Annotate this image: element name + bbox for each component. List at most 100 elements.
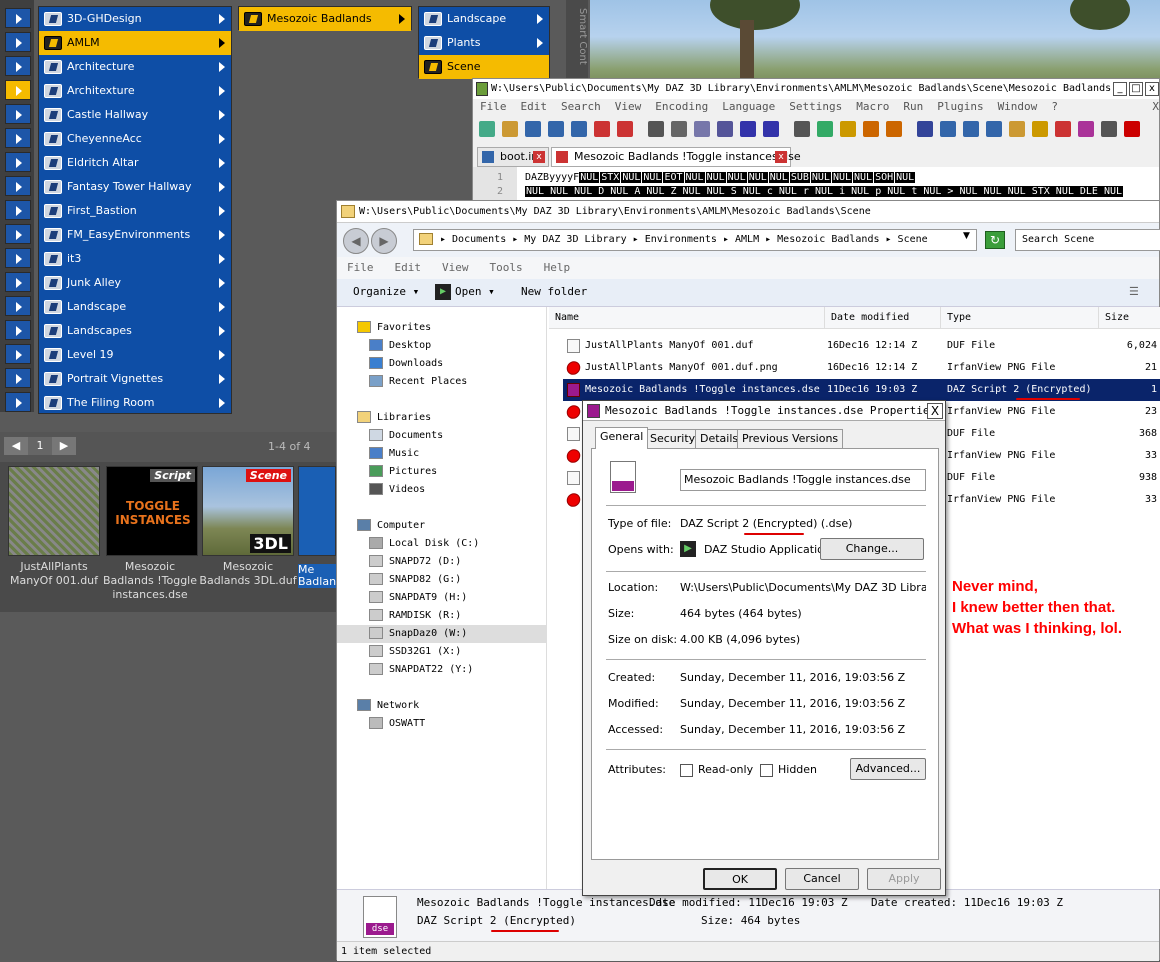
toolbar-icon[interactable]: [548, 121, 564, 137]
menu-item-landscape[interactable]: Landscape: [419, 7, 549, 31]
expand-arrow-button[interactable]: [5, 344, 31, 364]
nav-item-libraries[interactable]: Libraries: [357, 409, 431, 427]
filename-field[interactable]: Mesozoic Badlands !Toggle instances.dse: [680, 469, 926, 491]
apply-button[interactable]: Apply: [867, 868, 941, 890]
expand-arrow-button[interactable]: [5, 128, 31, 148]
readonly-checkbox[interactable]: [680, 764, 693, 777]
nav-item-pictures[interactable]: Pictures: [369, 463, 437, 481]
nav-item-snapdat9-h[interactable]: SNAPDAT9 (H:): [369, 589, 467, 607]
menu-item-landscape[interactable]: Landscape: [39, 295, 231, 319]
npp-menu-run[interactable]: Run: [903, 100, 923, 113]
toolbar-icon[interactable]: [1032, 121, 1048, 137]
menu-item-eldritch-altar[interactable]: Eldritch Altar: [39, 151, 231, 175]
menu-item-3d-ghdesign[interactable]: 3D-GHDesign: [39, 7, 231, 31]
nav-item-snapdaz0-w[interactable]: SnapDaz0 (W:): [337, 625, 547, 643]
menu-item-amlm[interactable]: AMLM: [39, 31, 231, 55]
nav-item-music[interactable]: Music: [369, 445, 419, 463]
expand-arrow-button[interactable]: [5, 296, 31, 316]
npp-menu-plugins[interactable]: Plugins: [937, 100, 983, 113]
tab-toggle-instances[interactable]: Mesozoic Badlands !Toggle instances.dse x: [551, 147, 801, 167]
dialog-close-button[interactable]: X: [927, 403, 943, 419]
toolbar-icon[interactable]: [717, 121, 733, 137]
explorer-menu-file[interactable]: File: [347, 261, 374, 274]
column-name[interactable]: Name: [549, 307, 825, 329]
column-date-modified[interactable]: Date modified: [825, 307, 941, 329]
prev-page-button[interactable]: ◀: [4, 437, 28, 455]
npp-menu-file[interactable]: File: [480, 100, 507, 113]
page-number[interactable]: 1: [28, 437, 52, 455]
menu-item-fantasy-tower-hallway[interactable]: Fantasy Tower Hallway: [39, 175, 231, 199]
menu-item-fm-easyenvironments[interactable]: FM_EasyEnvironments: [39, 223, 231, 247]
nav-item-documents[interactable]: Documents: [369, 427, 443, 445]
nav-item-computer[interactable]: Computer: [357, 517, 425, 535]
toolbar-icon[interactable]: [1101, 121, 1117, 137]
expand-arrow-button[interactable]: [5, 104, 31, 124]
back-button[interactable]: ◀: [343, 228, 369, 254]
toolbar-icon[interactable]: [763, 121, 779, 137]
explorer-menu-view[interactable]: View: [442, 261, 469, 274]
refresh-icon[interactable]: ↻: [985, 231, 1005, 249]
nav-item-network[interactable]: Network: [357, 697, 419, 715]
thumbnail-plants[interactable]: [8, 466, 100, 556]
toolbar-icon[interactable]: [594, 121, 610, 137]
expand-arrow-button[interactable]: [5, 224, 31, 244]
toolbar-icon[interactable]: [502, 121, 518, 137]
toolbar-icon[interactable]: [1009, 121, 1025, 137]
toolbar-icon[interactable]: [571, 121, 587, 137]
toolbar-icon[interactable]: [886, 121, 902, 137]
toolbar-icon[interactable]: [525, 121, 541, 137]
explorer-menu-edit[interactable]: Edit: [395, 261, 422, 274]
nav-item-downloads[interactable]: Downloads: [369, 355, 443, 373]
toolbar-icon[interactable]: [694, 121, 710, 137]
menu-item-level-19[interactable]: Level 19: [39, 343, 231, 367]
cancel-button[interactable]: Cancel: [785, 868, 859, 890]
menu-item-mesozoic-badlands[interactable]: Mesozoic Badlands: [239, 7, 411, 31]
new-folder-button[interactable]: New folder: [521, 285, 587, 298]
expand-arrow-button[interactable]: [5, 32, 31, 52]
expand-arrow-button[interactable]: [5, 176, 31, 196]
expand-arrow-button[interactable]: [5, 80, 31, 100]
npp-menu-encoding[interactable]: Encoding: [655, 100, 708, 113]
column-size[interactable]: Size: [1099, 307, 1160, 329]
nav-item-videos[interactable]: Videos: [369, 481, 425, 499]
nav-item-local-disk-c[interactable]: Local Disk (C:): [369, 535, 479, 553]
nav-item-favorites[interactable]: Favorites: [357, 319, 431, 337]
nav-item-ssd32g1-x[interactable]: SSD32G1 (X:): [369, 643, 461, 661]
nav-item-ramdisk-r[interactable]: RAMDISK (R:): [369, 607, 461, 625]
npp-menu--[interactable]: ?: [1051, 100, 1058, 113]
search-input[interactable]: Search Scene: [1015, 229, 1160, 251]
npp-doc-close-button[interactable]: X: [1152, 97, 1159, 117]
close-icon[interactable]: x: [533, 151, 545, 163]
smart-content-tab[interactable]: Smart Cont: [566, 0, 588, 90]
file-row[interactable]: JustAllPlants ManyOf 001.duf.png 16Dec16 …: [563, 357, 1160, 379]
npp-maximize-button[interactable]: □: [1129, 82, 1143, 96]
menu-item-architexture[interactable]: Architexture: [39, 79, 231, 103]
toolbar-icon[interactable]: [917, 121, 933, 137]
tab-security[interactable]: Security: [645, 429, 701, 449]
expand-arrow-button[interactable]: [5, 200, 31, 220]
npp-menu-macro[interactable]: Macro: [856, 100, 889, 113]
menu-item-cheyenneacc[interactable]: CheyenneAcc: [39, 127, 231, 151]
expand-arrow-button[interactable]: [5, 248, 31, 268]
toolbar-icon[interactable]: [617, 121, 633, 137]
npp-menu-view[interactable]: View: [615, 100, 642, 113]
npp-menu-search[interactable]: Search: [561, 100, 601, 113]
column-type[interactable]: Type: [941, 307, 1099, 329]
toolbar-icon[interactable]: [1055, 121, 1071, 137]
thumbnail-scene-3dl[interactable]: Scene 3DL: [202, 466, 294, 556]
tab-details[interactable]: Details: [695, 429, 744, 449]
menu-item-scene[interactable]: Scene: [419, 55, 549, 79]
close-icon[interactable]: x: [775, 151, 787, 163]
toolbar-icon[interactable]: [963, 121, 979, 137]
npp-close-button[interactable]: x: [1145, 82, 1159, 96]
forward-button[interactable]: ▶: [371, 228, 397, 254]
nav-item-snapdat22-y[interactable]: SNAPDAT22 (Y:): [369, 661, 473, 679]
ok-button[interactable]: OK: [703, 868, 777, 890]
npp-menu-window[interactable]: Window: [998, 100, 1038, 113]
chevron-down-icon[interactable]: ▼: [963, 231, 970, 241]
nav-item-snapd72-d[interactable]: SNAPD72 (D:): [369, 553, 461, 571]
thumbnail-selected[interactable]: [298, 466, 336, 556]
toolbar-icon[interactable]: [817, 121, 833, 137]
expand-arrow-button[interactable]: [5, 56, 31, 76]
hidden-checkbox[interactable]: [760, 764, 773, 777]
